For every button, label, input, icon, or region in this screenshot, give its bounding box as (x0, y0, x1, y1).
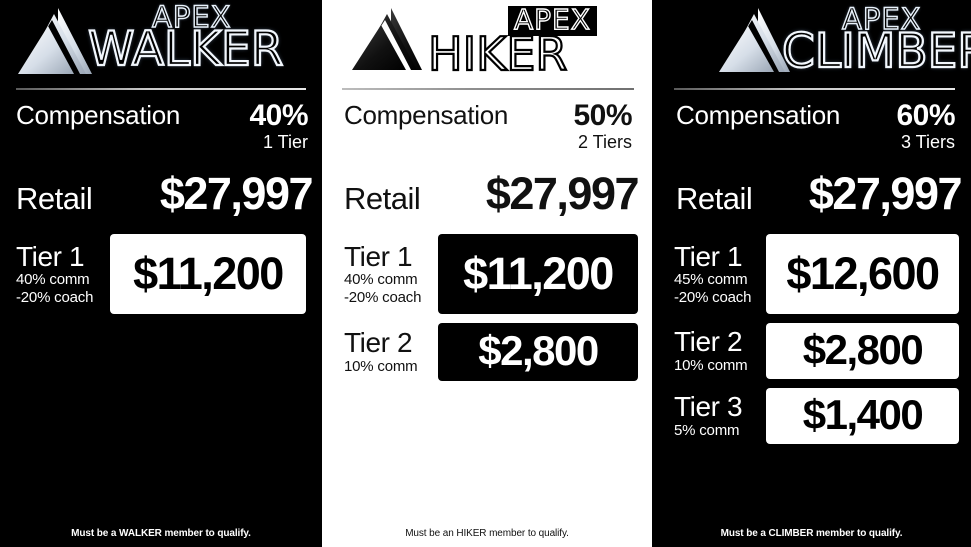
tier-info: Tier 1 40% comm -20% coach (344, 240, 438, 307)
tier-name: Tier 1 (674, 240, 743, 272)
tier-row: Tier 3 5% comm $1,400 (652, 388, 971, 444)
compensation-row: Compensation 50% 2 Tiers (322, 90, 652, 164)
qualification-note: Must be an HIKER member to qualify. (405, 528, 569, 539)
wordmark-hiker: APEX HIKER (422, 4, 652, 81)
tier-info: Tier 1 45% comm -20% coach (674, 240, 766, 307)
tier-info: Tier 2 10% comm (344, 328, 438, 375)
apex-mountain-logo-icon (8, 4, 94, 82)
compensation-label: Compensation (676, 100, 841, 130)
tier-amount: $2,800 (766, 323, 959, 379)
apex-mountain-logo-icon (710, 4, 792, 80)
tier-amount: $12,600 (766, 234, 959, 314)
compensation-tier-count: 3 Tiers (900, 131, 955, 152)
compensation-percent: 50% (573, 99, 632, 132)
tier-sub-line: 10% comm (674, 356, 748, 374)
compensation-label: Compensation (344, 100, 509, 130)
brand-header-hiker: APEX HIKER (322, 0, 652, 88)
tier-sub-line: -20% coach (16, 288, 94, 306)
retail-label: Retail (16, 181, 93, 216)
tier-name: Tier 2 (344, 327, 413, 359)
brand-header-walker: APEX WALKER (0, 0, 322, 88)
qualification-note: Must be a WALKER member to qualify. (71, 528, 251, 539)
compensation-values: 40% 1 Tier (249, 100, 308, 152)
compensation-percent: 40% (249, 99, 308, 132)
tier-info: Tier 3 5% comm (674, 392, 766, 439)
brand-tier-text: WALKER (87, 22, 285, 77)
tier-amount: $11,200 (438, 234, 638, 314)
brand-tier-text: HIKER (427, 27, 569, 81)
tier-sub-line: 10% comm (344, 357, 418, 375)
tier-list: Tier 1 45% comm -20% coach $12,600 Tier … (652, 226, 971, 547)
brand-tier-text: CLIMBER (781, 24, 971, 79)
retail-value: $27,997 (159, 168, 314, 219)
retail-label: Retail (676, 181, 753, 216)
compensation-label: Compensation (16, 100, 181, 130)
compensation-percent: 60% (896, 99, 955, 132)
tier-sub-line: -20% coach (674, 288, 752, 306)
retail-row: Retail $27,997 (322, 164, 652, 226)
compensation-row: Compensation 60% 3 Tiers (652, 90, 971, 164)
tier-list: Tier 1 40% comm -20% coach $11,200 (0, 226, 322, 547)
compensation-tier-count: 2 Tiers (577, 131, 632, 152)
tier-name: Tier 1 (16, 240, 85, 272)
wordmark-walker: APEX WALKER (87, 2, 322, 77)
retail-row: Retail $27,997 (0, 164, 322, 226)
tier-row: Tier 2 10% comm $2,800 (652, 323, 971, 379)
compensation-values: 50% 2 Tiers (573, 100, 632, 152)
wordmark-climber: APEX CLIMBER (781, 4, 971, 76)
tier-name: Tier 1 (344, 240, 413, 272)
tier-amount: $2,800 (438, 323, 638, 381)
tier-sub-line: 45% comm (674, 271, 748, 288)
retail-value: $27,997 (485, 168, 640, 219)
tier-sub-line: -20% coach (344, 288, 422, 306)
tier-sub-line: 40% comm (16, 271, 90, 288)
compensation-values: 60% 3 Tiers (896, 100, 955, 152)
plan-card-climber: APEX CLIMBER Compensation 60% 3 Tiers Re… (652, 0, 971, 547)
plan-card-hiker: APEX HIKER Compensation 50% 2 Tiers Reta… (322, 0, 652, 547)
retail-value: $27,997 (808, 168, 963, 219)
tier-row: Tier 1 40% comm -20% coach $11,200 (322, 234, 652, 314)
tier-sub-line: 5% comm (674, 421, 740, 439)
compensation-row: Compensation 40% 1 Tier (0, 90, 322, 164)
brand-header-climber: APEX CLIMBER (652, 0, 971, 88)
retail-row: Retail $27,997 (652, 164, 971, 226)
apex-mountain-logo-icon (344, 4, 424, 78)
tier-list: Tier 1 40% comm -20% coach $11,200 Tier … (322, 226, 652, 547)
tier-sub-line: 40% comm (344, 271, 418, 288)
plan-card-walker: APEX WALKER Compensation 40% 1 Tier Reta… (0, 0, 322, 547)
retail-label: Retail (344, 181, 421, 216)
tier-amount: $1,400 (766, 388, 959, 444)
tier-row: Tier 1 45% comm -20% coach $12,600 (652, 234, 971, 314)
tier-amount: $11,200 (110, 234, 306, 314)
tier-row: Tier 2 10% comm $2,800 (322, 323, 652, 381)
tier-info: Tier 1 40% comm -20% coach (16, 240, 110, 307)
qualification-note: Must be a CLIMBER member to qualify. (720, 528, 903, 539)
tier-row: Tier 1 40% comm -20% coach $11,200 (0, 234, 322, 314)
tier-info: Tier 2 10% comm (674, 327, 766, 374)
tier-name: Tier 3 (674, 391, 743, 423)
tier-name: Tier 2 (674, 326, 743, 358)
compensation-tier-count: 1 Tier (262, 131, 308, 152)
